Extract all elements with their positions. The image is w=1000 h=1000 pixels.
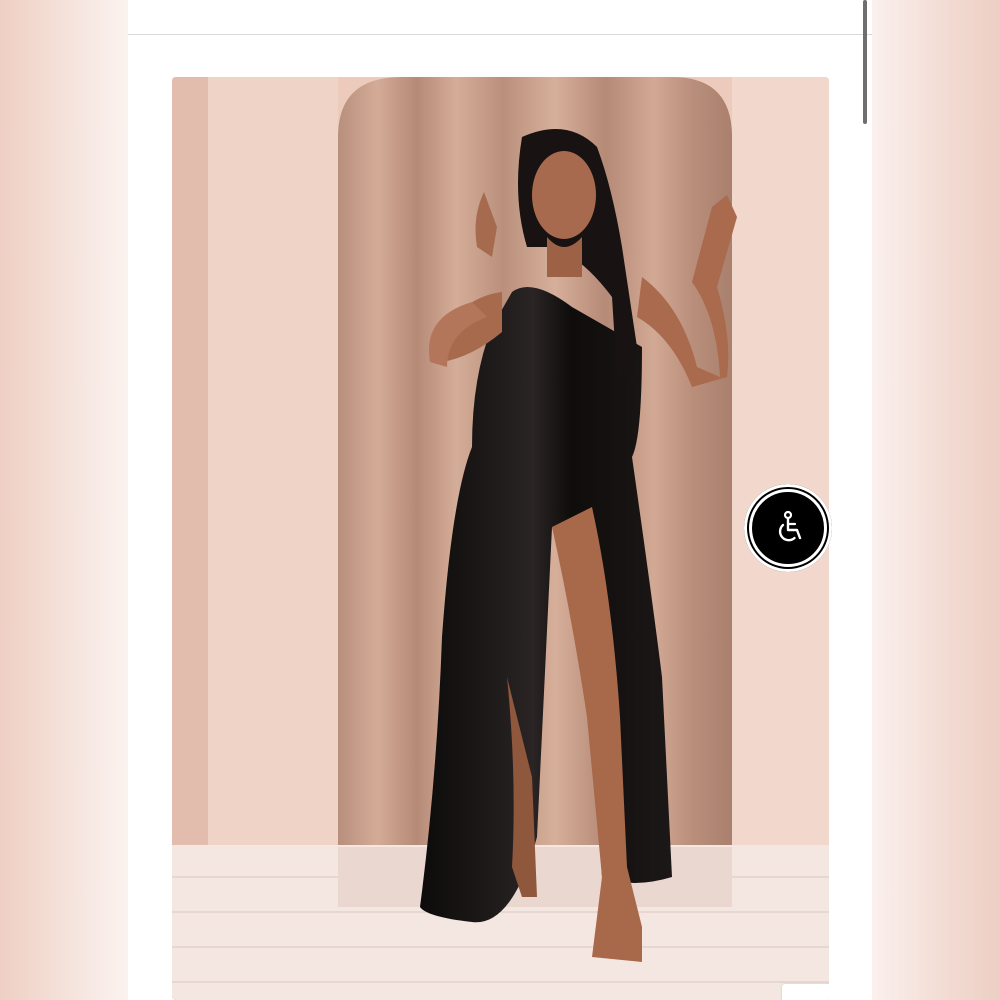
zoom-button[interactable] [782,984,829,1000]
accessibility-button[interactable] [744,484,832,572]
wheelchair-icon [778,510,802,542]
top-bar [128,0,872,35]
scrollbar[interactable] [863,0,867,124]
accessibility-button-ring [749,489,827,567]
product-photo [172,77,829,1000]
product-page [128,0,872,1000]
product-image[interactable] [172,77,829,1000]
